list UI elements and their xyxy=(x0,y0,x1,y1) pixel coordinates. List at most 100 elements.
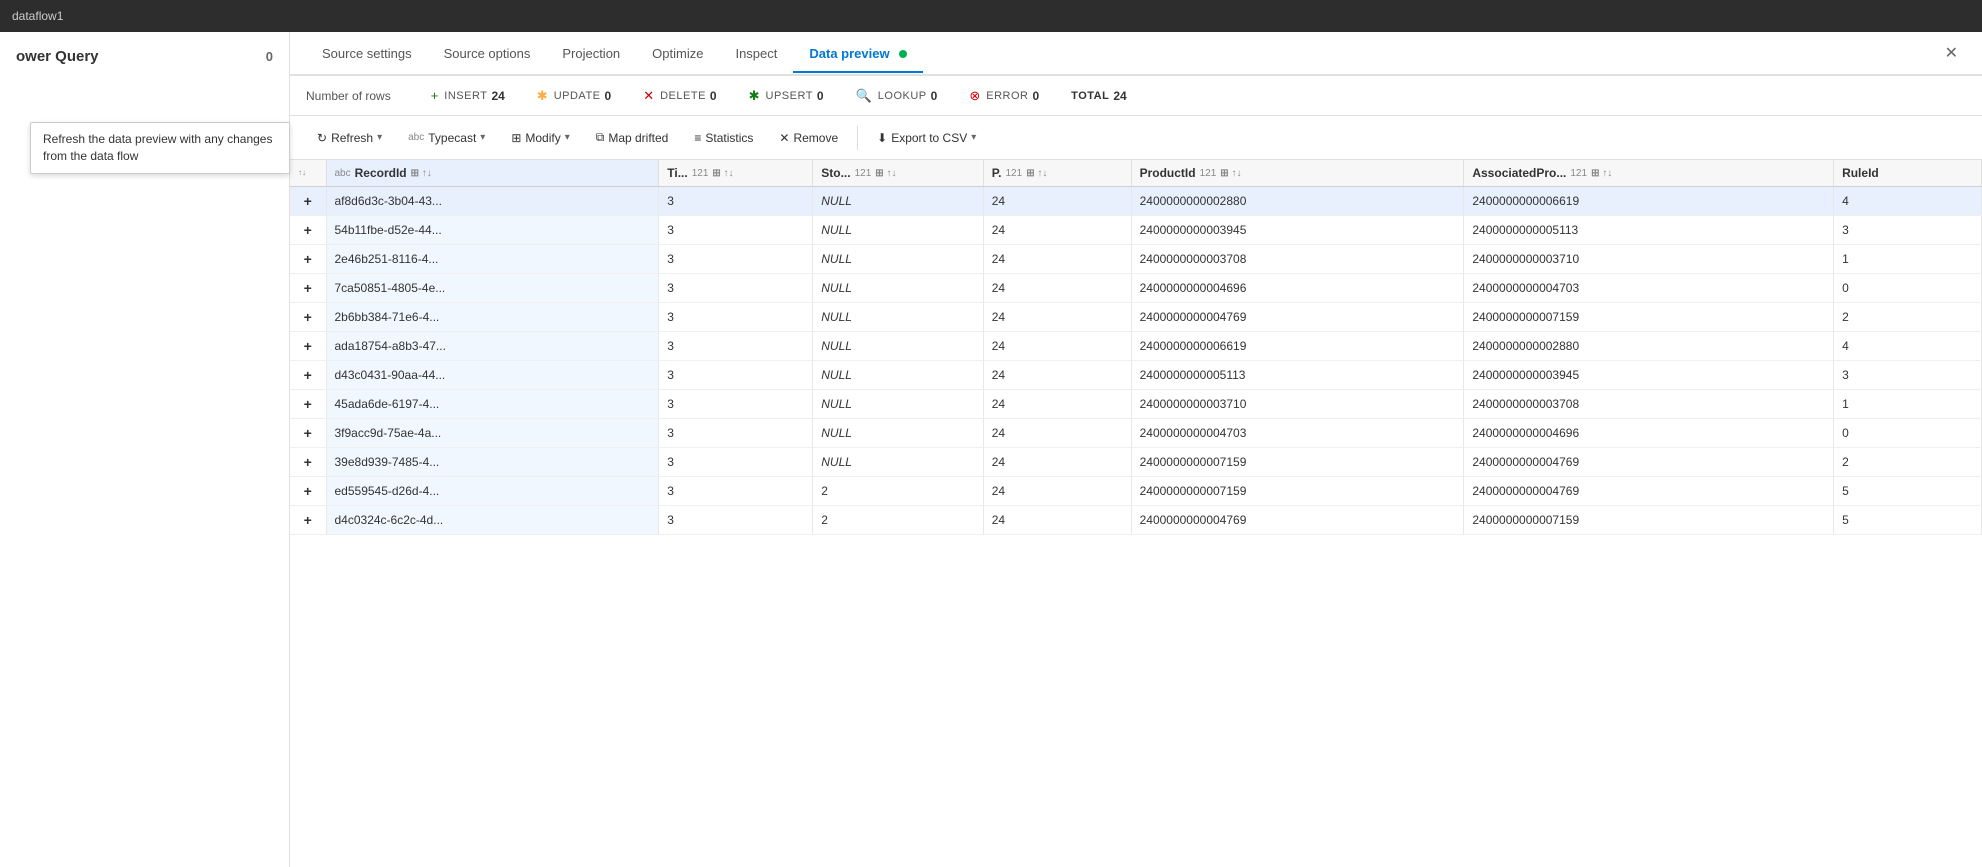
tab-data-preview[interactable]: Data preview xyxy=(793,36,923,73)
ti-cell: 3 xyxy=(659,506,813,535)
modify-dropdown-arrow[interactable]: ▾ xyxy=(565,132,570,143)
tab-source-settings[interactable]: Source settings xyxy=(306,36,428,73)
error-icon: ⊗ xyxy=(969,88,980,104)
table-row[interactable]: + 3f9acc9d-75ae-4a... 3 NULL 24 24000000… xyxy=(290,419,1982,448)
record-id-cell[interactable]: af8d6d3c-3b04-43... xyxy=(326,187,659,216)
record-id-cell[interactable]: d4c0324c-6c2c-4d... xyxy=(326,506,659,535)
ruleid-cell: 5 xyxy=(1834,477,1982,506)
row-insert-indicator: + xyxy=(290,216,326,245)
stats-bar: Number of rows + INSERT 24 ✱ UPDATE 0 ✕ … xyxy=(290,76,1982,116)
refresh-button[interactable]: ↻ Refresh ▾ xyxy=(306,125,393,151)
record-id-cell[interactable]: 7ca50851-4805-4e... xyxy=(326,274,659,303)
table-row[interactable]: + ed559545-d26d-4... 3 2 24 240000000000… xyxy=(290,477,1982,506)
p-cell: 24 xyxy=(983,477,1131,506)
table-row[interactable]: + 54b11fbe-d52e-44... 3 NULL 24 24000000… xyxy=(290,216,1982,245)
refresh-dropdown-arrow[interactable]: ▾ xyxy=(377,132,382,143)
associatedpro-cell: 2400000000007159 xyxy=(1464,506,1834,535)
productid-cell: 2400000000007159 xyxy=(1131,477,1464,506)
associatedpro-cell: 2400000000006619 xyxy=(1464,187,1834,216)
ti-cell: 3 xyxy=(659,477,813,506)
productid-cell: 2400000000002880 xyxy=(1131,187,1464,216)
table-row[interactable]: + ada18754-a8b3-47... 3 NULL 24 24000000… xyxy=(290,332,1982,361)
table-row[interactable]: + 7ca50851-4805-4e... 3 NULL 24 24000000… xyxy=(290,274,1982,303)
sidebar-title: ower Query 0 xyxy=(0,40,289,73)
table-row[interactable]: + d4c0324c-6c2c-4d... 3 2 24 24000000000… xyxy=(290,506,1982,535)
col-name-productid: ProductId xyxy=(1140,166,1196,180)
ruleid-cell: 4 xyxy=(1834,332,1982,361)
tabs-bar: Source settings Source options Projectio… xyxy=(290,32,1982,76)
p-cell: 24 xyxy=(983,303,1131,332)
col-actions-recordid[interactable]: ⊞ ↑↓ xyxy=(411,168,432,179)
col-header-associatedpro: AssociatedPro... 121 ⊞ ↑↓ xyxy=(1464,160,1834,187)
modify-button[interactable]: ⊞ Modify ▾ xyxy=(500,125,580,151)
ti-cell: 3 xyxy=(659,448,813,477)
ruleid-cell: 2 xyxy=(1834,303,1982,332)
tab-projection[interactable]: Projection xyxy=(546,36,636,73)
stat-update: ✱ UPDATE 0 xyxy=(537,88,611,104)
col-actions-sto[interactable]: ⊞ ↑↓ xyxy=(875,168,896,179)
update-icon: ✱ xyxy=(537,88,548,104)
tab-inspect[interactable]: Inspect xyxy=(719,36,793,73)
delete-icon: ✕ xyxy=(643,88,654,104)
record-id-cell[interactable]: 39e8d939-7485-4... xyxy=(326,448,659,477)
record-id-cell[interactable]: 45ada6de-6197-4... xyxy=(326,390,659,419)
tooltip-text: Refresh the data preview with any change… xyxy=(43,132,272,163)
associatedpro-cell: 2400000000003710 xyxy=(1464,245,1834,274)
export-csv-button[interactable]: ⬇ Export to CSV ▾ xyxy=(866,125,987,151)
col-type-recordid: abc xyxy=(335,168,351,179)
col-name-ruleid: RuleId xyxy=(1842,166,1879,180)
record-id-cell[interactable]: 54b11fbe-d52e-44... xyxy=(326,216,659,245)
row-insert-indicator: + xyxy=(290,303,326,332)
col-actions-p[interactable]: ⊞ ↑↓ xyxy=(1026,168,1047,179)
productid-cell: 2400000000004769 xyxy=(1131,303,1464,332)
record-id-cell[interactable]: ada18754-a8b3-47... xyxy=(326,332,659,361)
title-bar-text: dataflow1 xyxy=(12,9,63,23)
sto-cell: NULL xyxy=(813,187,983,216)
table-row[interactable]: + 45ada6de-6197-4... 3 NULL 24 240000000… xyxy=(290,390,1982,419)
p-cell: 24 xyxy=(983,216,1131,245)
record-id-cell[interactable]: d43c0431-90aa-44... xyxy=(326,361,659,390)
col-type-p: 121 xyxy=(1006,168,1023,179)
table-row[interactable]: + d43c0431-90aa-44... 3 NULL 24 24000000… xyxy=(290,361,1982,390)
sto-cell: NULL xyxy=(813,361,983,390)
ti-cell: 3 xyxy=(659,390,813,419)
record-id-cell[interactable]: 3f9acc9d-75ae-4a... xyxy=(326,419,659,448)
record-id-cell[interactable]: ed559545-d26d-4... xyxy=(326,477,659,506)
record-id-cell[interactable]: 2b6bb384-71e6-4... xyxy=(326,303,659,332)
right-panel: Source settings Source options Projectio… xyxy=(290,32,1982,867)
remove-button[interactable]: ✕ Remove xyxy=(768,125,849,151)
data-preview-active-dot xyxy=(899,50,907,58)
refresh-icon: ↻ xyxy=(317,131,327,145)
typecast-button[interactable]: abc Typecast ▾ xyxy=(397,125,496,151)
insert-icon: + xyxy=(431,88,439,103)
p-cell: 24 xyxy=(983,390,1131,419)
col-actions-ti[interactable]: ⊞ ↑↓ xyxy=(712,168,733,179)
table-row[interactable]: + af8d6d3c-3b04-43... 3 NULL 24 24000000… xyxy=(290,187,1982,216)
tab-optimize[interactable]: Optimize xyxy=(636,36,719,73)
statistics-button[interactable]: ≡ Statistics xyxy=(683,125,764,151)
sidebar: ower Query 0 Refresh the data preview wi… xyxy=(0,32,290,867)
toolbar-separator xyxy=(857,126,858,150)
sto-cell: NULL xyxy=(813,419,983,448)
col-name-sto: Sto... xyxy=(821,166,850,180)
col-actions-associatedpro[interactable]: ⊞ ↑↓ xyxy=(1591,168,1612,179)
map-drifted-button[interactable]: ⧉ Map drifted xyxy=(585,124,680,151)
sto-cell: NULL xyxy=(813,332,983,361)
typecast-dropdown-arrow[interactable]: ▾ xyxy=(480,132,485,143)
productid-cell: 2400000000004769 xyxy=(1131,506,1464,535)
sort-icon[interactable]: ↑↓ xyxy=(298,169,306,177)
data-grid-container[interactable]: ↑↓ abc RecordId ⊞ ↑↓ xyxy=(290,160,1982,867)
ti-cell: 3 xyxy=(659,187,813,216)
row-insert-indicator: + xyxy=(290,477,326,506)
table-row[interactable]: + 2b6bb384-71e6-4... 3 NULL 24 240000000… xyxy=(290,303,1982,332)
tab-source-options[interactable]: Source options xyxy=(428,36,547,73)
export-dropdown-arrow[interactable]: ▾ xyxy=(971,132,976,143)
record-id-cell[interactable]: 2e46b251-8116-4... xyxy=(326,245,659,274)
table-row[interactable]: + 2e46b251-8116-4... 3 NULL 24 240000000… xyxy=(290,245,1982,274)
table-row[interactable]: + 39e8d939-7485-4... 3 NULL 24 240000000… xyxy=(290,448,1982,477)
associatedpro-cell: 2400000000003708 xyxy=(1464,390,1834,419)
typecast-icon: abc xyxy=(408,132,424,143)
close-panel-button[interactable]: ✕ xyxy=(1937,39,1966,67)
lookup-icon: 🔍 xyxy=(856,88,872,104)
col-actions-productid[interactable]: ⊞ ↑↓ xyxy=(1220,168,1241,179)
